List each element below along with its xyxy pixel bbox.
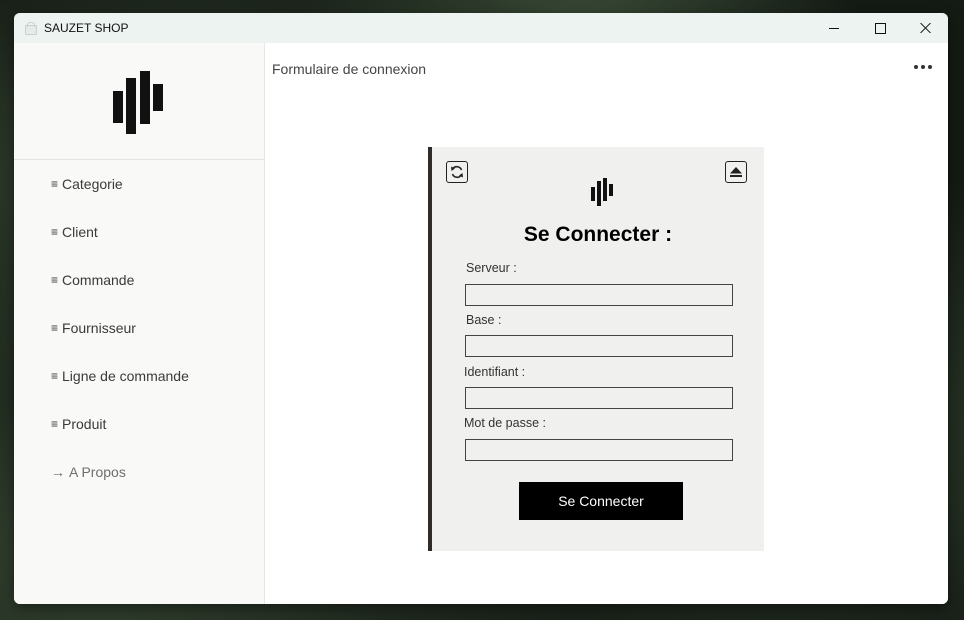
sidebar-item-produit[interactable]: ≡ Produit [14, 400, 264, 448]
main-content: Formulaire de connexion Se Connecter: S… [265, 43, 948, 604]
database-label: Base : [466, 313, 502, 327]
store-icon [24, 22, 37, 35]
sidebar-item-categorie[interactable]: ≡ Categorie [14, 160, 264, 208]
eject-button[interactable] [725, 161, 747, 183]
title-bar[interactable]: SAUZET SHOP [14, 13, 948, 43]
sidebar-item-ligne-de-commande[interactable]: ≡ Ligne de commande [14, 352, 264, 400]
minimize-button[interactable] [811, 13, 857, 43]
close-icon [919, 22, 931, 34]
password-field[interactable] [465, 439, 733, 461]
sidebar-item-label: Ligne de commande [62, 368, 189, 384]
sidebar-item-fournisseur[interactable]: ≡ Fournisseur [14, 304, 264, 352]
menu-icon: ≡ [51, 177, 59, 191]
login-heading: Se Connecter : [523, 223, 673, 246]
database-field[interactable] [465, 335, 733, 357]
refresh-button[interactable] [446, 161, 468, 183]
server-label: Serveur : [466, 261, 517, 275]
login-card: Se Connecter : Serveur : Base : Identifi… [428, 147, 764, 551]
page-title: Formulaire de connexion [272, 61, 427, 77]
sidebar-item-label: Categorie [62, 176, 123, 192]
bars-logo-icon [113, 71, 164, 135]
sidebar-item-label: Fournisseur [62, 320, 136, 336]
sidebar-item-label: Commande [62, 272, 135, 288]
username-field[interactable] [465, 387, 733, 409]
app-window: SAUZET SHOP ≡ Categorie ≡ Client ≡ Comma… [14, 13, 948, 604]
sidebar: ≡ Categorie ≡ Client ≡ Commande ≡ Fourni… [14, 43, 265, 604]
sidebar-logo-area [14, 43, 264, 160]
server-field[interactable] [465, 284, 733, 306]
arrow-right-icon: → [51, 464, 65, 480]
menu-icon: ≡ [51, 273, 59, 287]
bars-logo-icon [591, 178, 614, 206]
sidebar-item-a-propos[interactable]: → A Propos [14, 448, 264, 496]
menu-icon: ≡ [51, 321, 59, 335]
minimize-icon [829, 27, 839, 29]
sidebar-item-label: A Propos [69, 464, 126, 480]
sidebar-nav: ≡ Categorie ≡ Client ≡ Commande ≡ Fourni… [14, 160, 264, 496]
window-title: SAUZET SHOP [44, 21, 129, 35]
eject-icon [730, 167, 742, 177]
more-options-button[interactable] [909, 57, 937, 77]
maximize-icon [874, 22, 886, 34]
close-button[interactable] [902, 13, 948, 43]
menu-icon: ≡ [51, 369, 59, 383]
login-button[interactable]: Se Connecter [519, 482, 683, 520]
more-horizontal-icon [914, 65, 918, 69]
maximize-button[interactable] [857, 13, 903, 43]
sidebar-item-label: Produit [62, 416, 107, 432]
sidebar-item-label: Client [62, 224, 98, 240]
username-label: Identifiant : [464, 365, 526, 379]
menu-icon: ≡ [51, 417, 59, 431]
sidebar-item-client[interactable]: ≡ Client [14, 208, 264, 256]
menu-icon: ≡ [51, 225, 59, 239]
password-label: Mot de passe : [464, 416, 546, 430]
refresh-icon [451, 165, 463, 179]
sidebar-item-commande[interactable]: ≡ Commande [14, 256, 264, 304]
